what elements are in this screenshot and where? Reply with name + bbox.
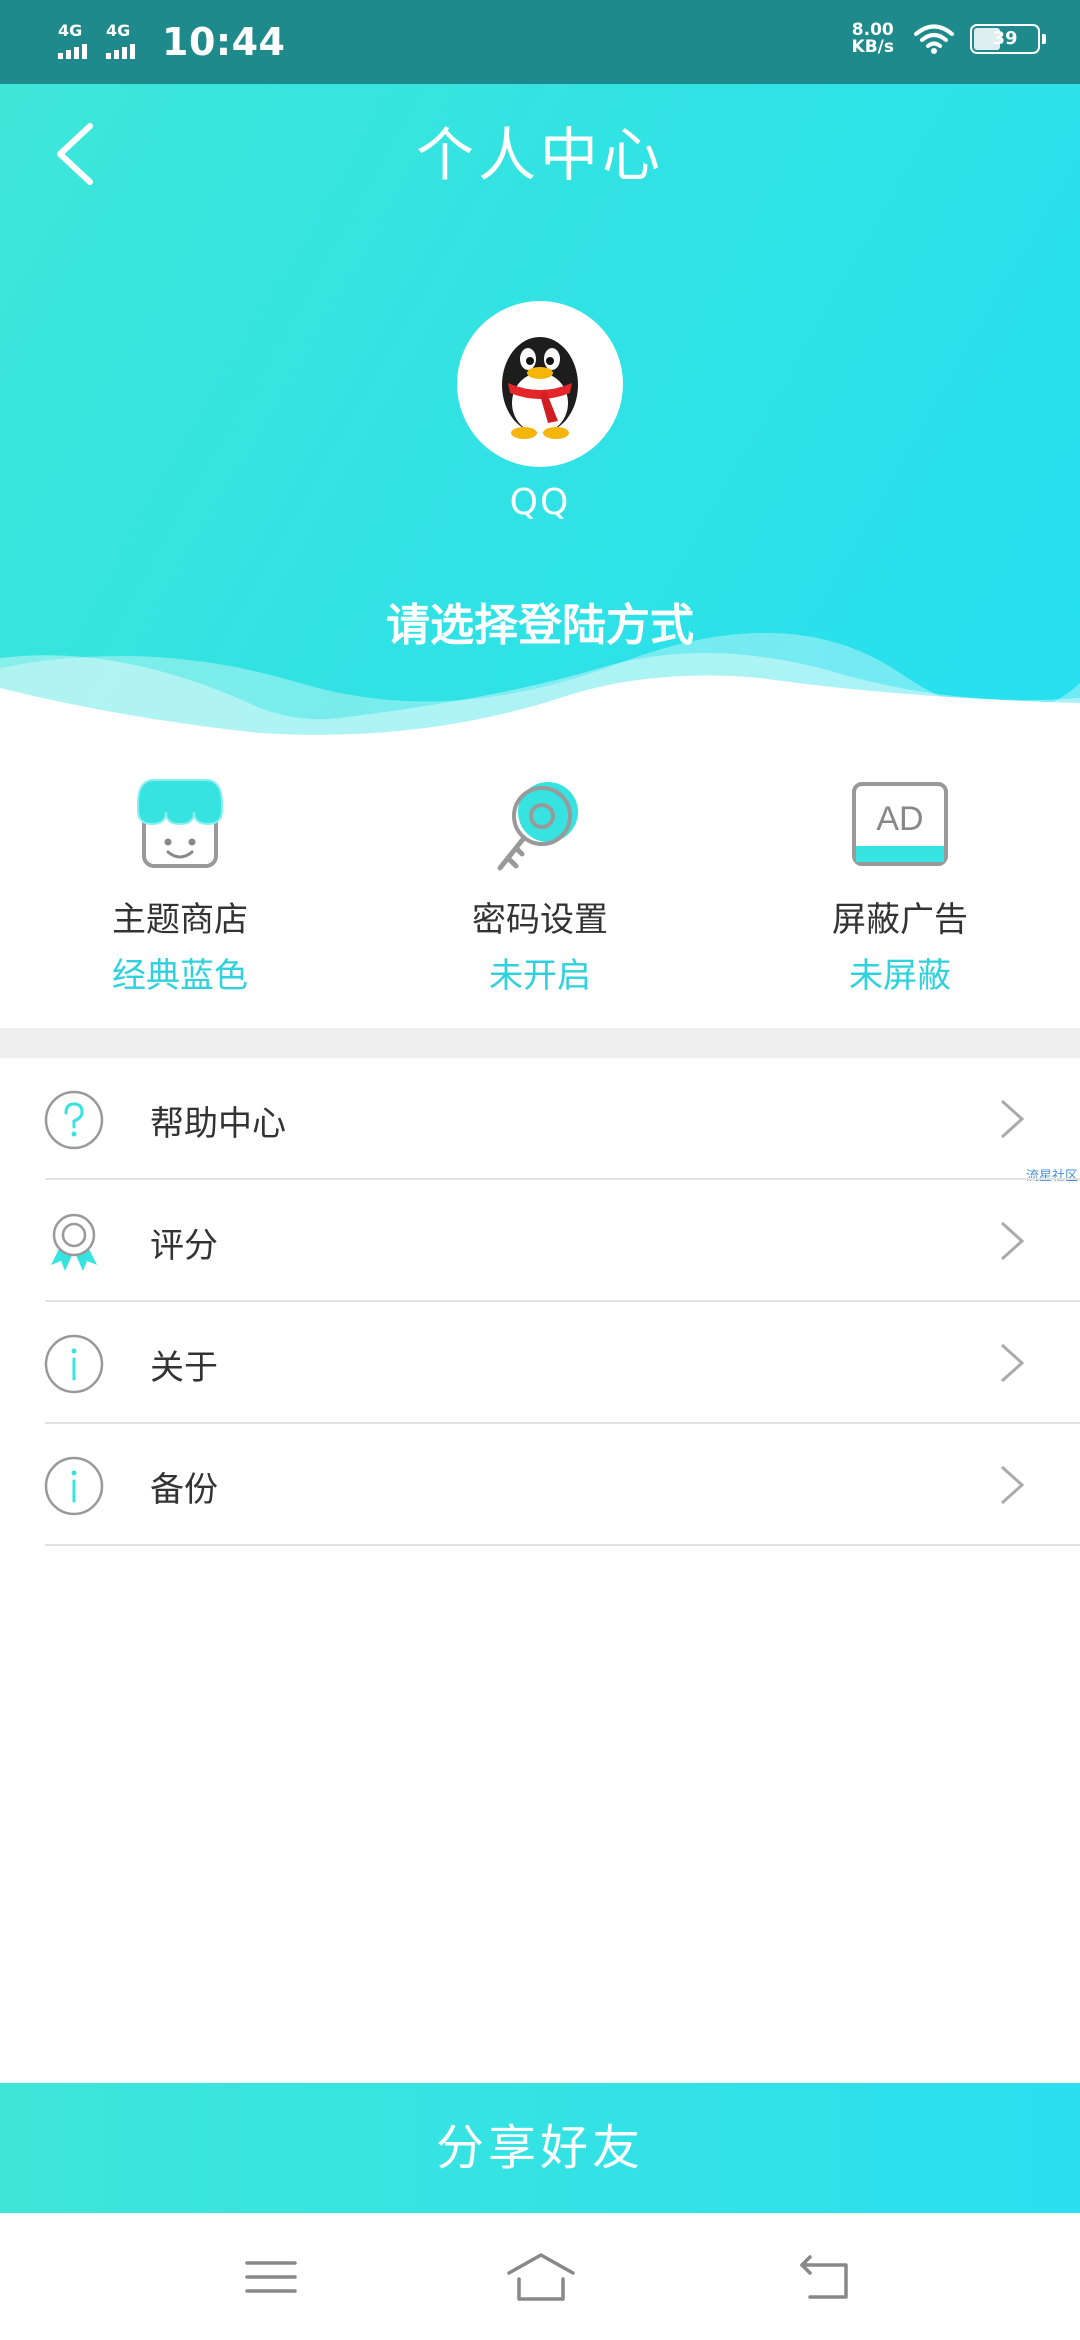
home-icon[interactable]: [505, 2249, 577, 2305]
status-right: 8.00 KB/s 39: [852, 22, 1046, 56]
back-icon[interactable]: [796, 2249, 856, 2305]
menu-label: 评分: [150, 1226, 218, 1266]
status-bar: 4G 4G 10:44 8.00 KB/s 39: [0, 0, 1080, 84]
menu-item-rating[interactable]: 评分: [0, 1180, 1080, 1302]
account-name: QQ: [509, 482, 571, 523]
menu-label: 备份: [150, 1470, 218, 1510]
menu-icon[interactable]: [241, 2249, 301, 2305]
network-type-1: 4G: [58, 21, 83, 40]
quick-value: 未屏蔽: [849, 956, 951, 996]
header-wave-decoration: [0, 632, 1080, 748]
settings-menu: 帮助中心 流星社区 评分 关于 备份: [0, 1058, 1080, 1546]
quick-value: 经典蓝色: [112, 956, 248, 996]
quick-label: 主题商店: [112, 900, 248, 940]
quick-actions: 主题商店 经典蓝色 密码设置 未开启 AD 屏蔽广告 未屏蔽: [0, 748, 1080, 1028]
quick-theme-store[interactable]: 主题商店 经典蓝色: [0, 748, 360, 1028]
menu-item-help-center[interactable]: 帮助中心 流星社区: [0, 1058, 1080, 1184]
share-friends-button[interactable]: 分享好友: [0, 2083, 1080, 2213]
signal-icon: 4G: [58, 23, 96, 61]
avatar[interactable]: [457, 301, 623, 467]
battery-icon: 39: [970, 24, 1046, 54]
system-nav-bar: [0, 2213, 1080, 2340]
chevron-right-icon: [1000, 1099, 1025, 1139]
chevron-right-icon: [1000, 1465, 1025, 1505]
battery-level: 39: [992, 28, 1018, 49]
info-icon: [44, 1456, 104, 1516]
section-divider: [0, 1028, 1080, 1058]
store-icon: [137, 779, 223, 868]
network-type-2: 4G: [106, 21, 131, 40]
profile-header: 个人中心 QQ 请选择登陆方式: [0, 84, 1080, 748]
menu-item-backup[interactable]: 备份: [0, 1424, 1080, 1546]
menu-item-about[interactable]: 关于: [0, 1302, 1080, 1424]
quick-value: 未开启: [489, 956, 591, 996]
medal-icon: [51, 1213, 97, 1271]
chevron-right-icon: [1000, 1343, 1025, 1383]
quick-label: 密码设置: [472, 900, 608, 940]
qq-penguin-icon: [502, 337, 578, 439]
network-speed: 8.00 KB/s: [852, 22, 894, 56]
wifi-icon: [914, 24, 954, 54]
help-icon: [44, 1090, 104, 1150]
menu-label: 帮助中心: [150, 1104, 286, 1144]
ad-icon: AD: [852, 782, 948, 866]
quick-label: 屏蔽广告: [832, 900, 968, 940]
clock: 10:44: [162, 20, 286, 64]
info-icon: [44, 1334, 104, 1394]
quick-password-settings[interactable]: 密码设置 未开启: [360, 748, 720, 1028]
speed-unit: KB/s: [851, 37, 894, 57]
chevron-right-icon: [1000, 1221, 1025, 1261]
menu-label: 关于: [150, 1348, 218, 1388]
quick-block-ads[interactable]: AD 屏蔽广告 未屏蔽: [720, 748, 1080, 1028]
status-left: 4G 4G 10:44: [58, 20, 285, 64]
signal-icon-2: 4G: [106, 23, 144, 61]
page-title: 个人中心: [415, 121, 664, 189]
ad-icon-text: AD: [876, 800, 923, 838]
key-icon: [497, 782, 578, 871]
